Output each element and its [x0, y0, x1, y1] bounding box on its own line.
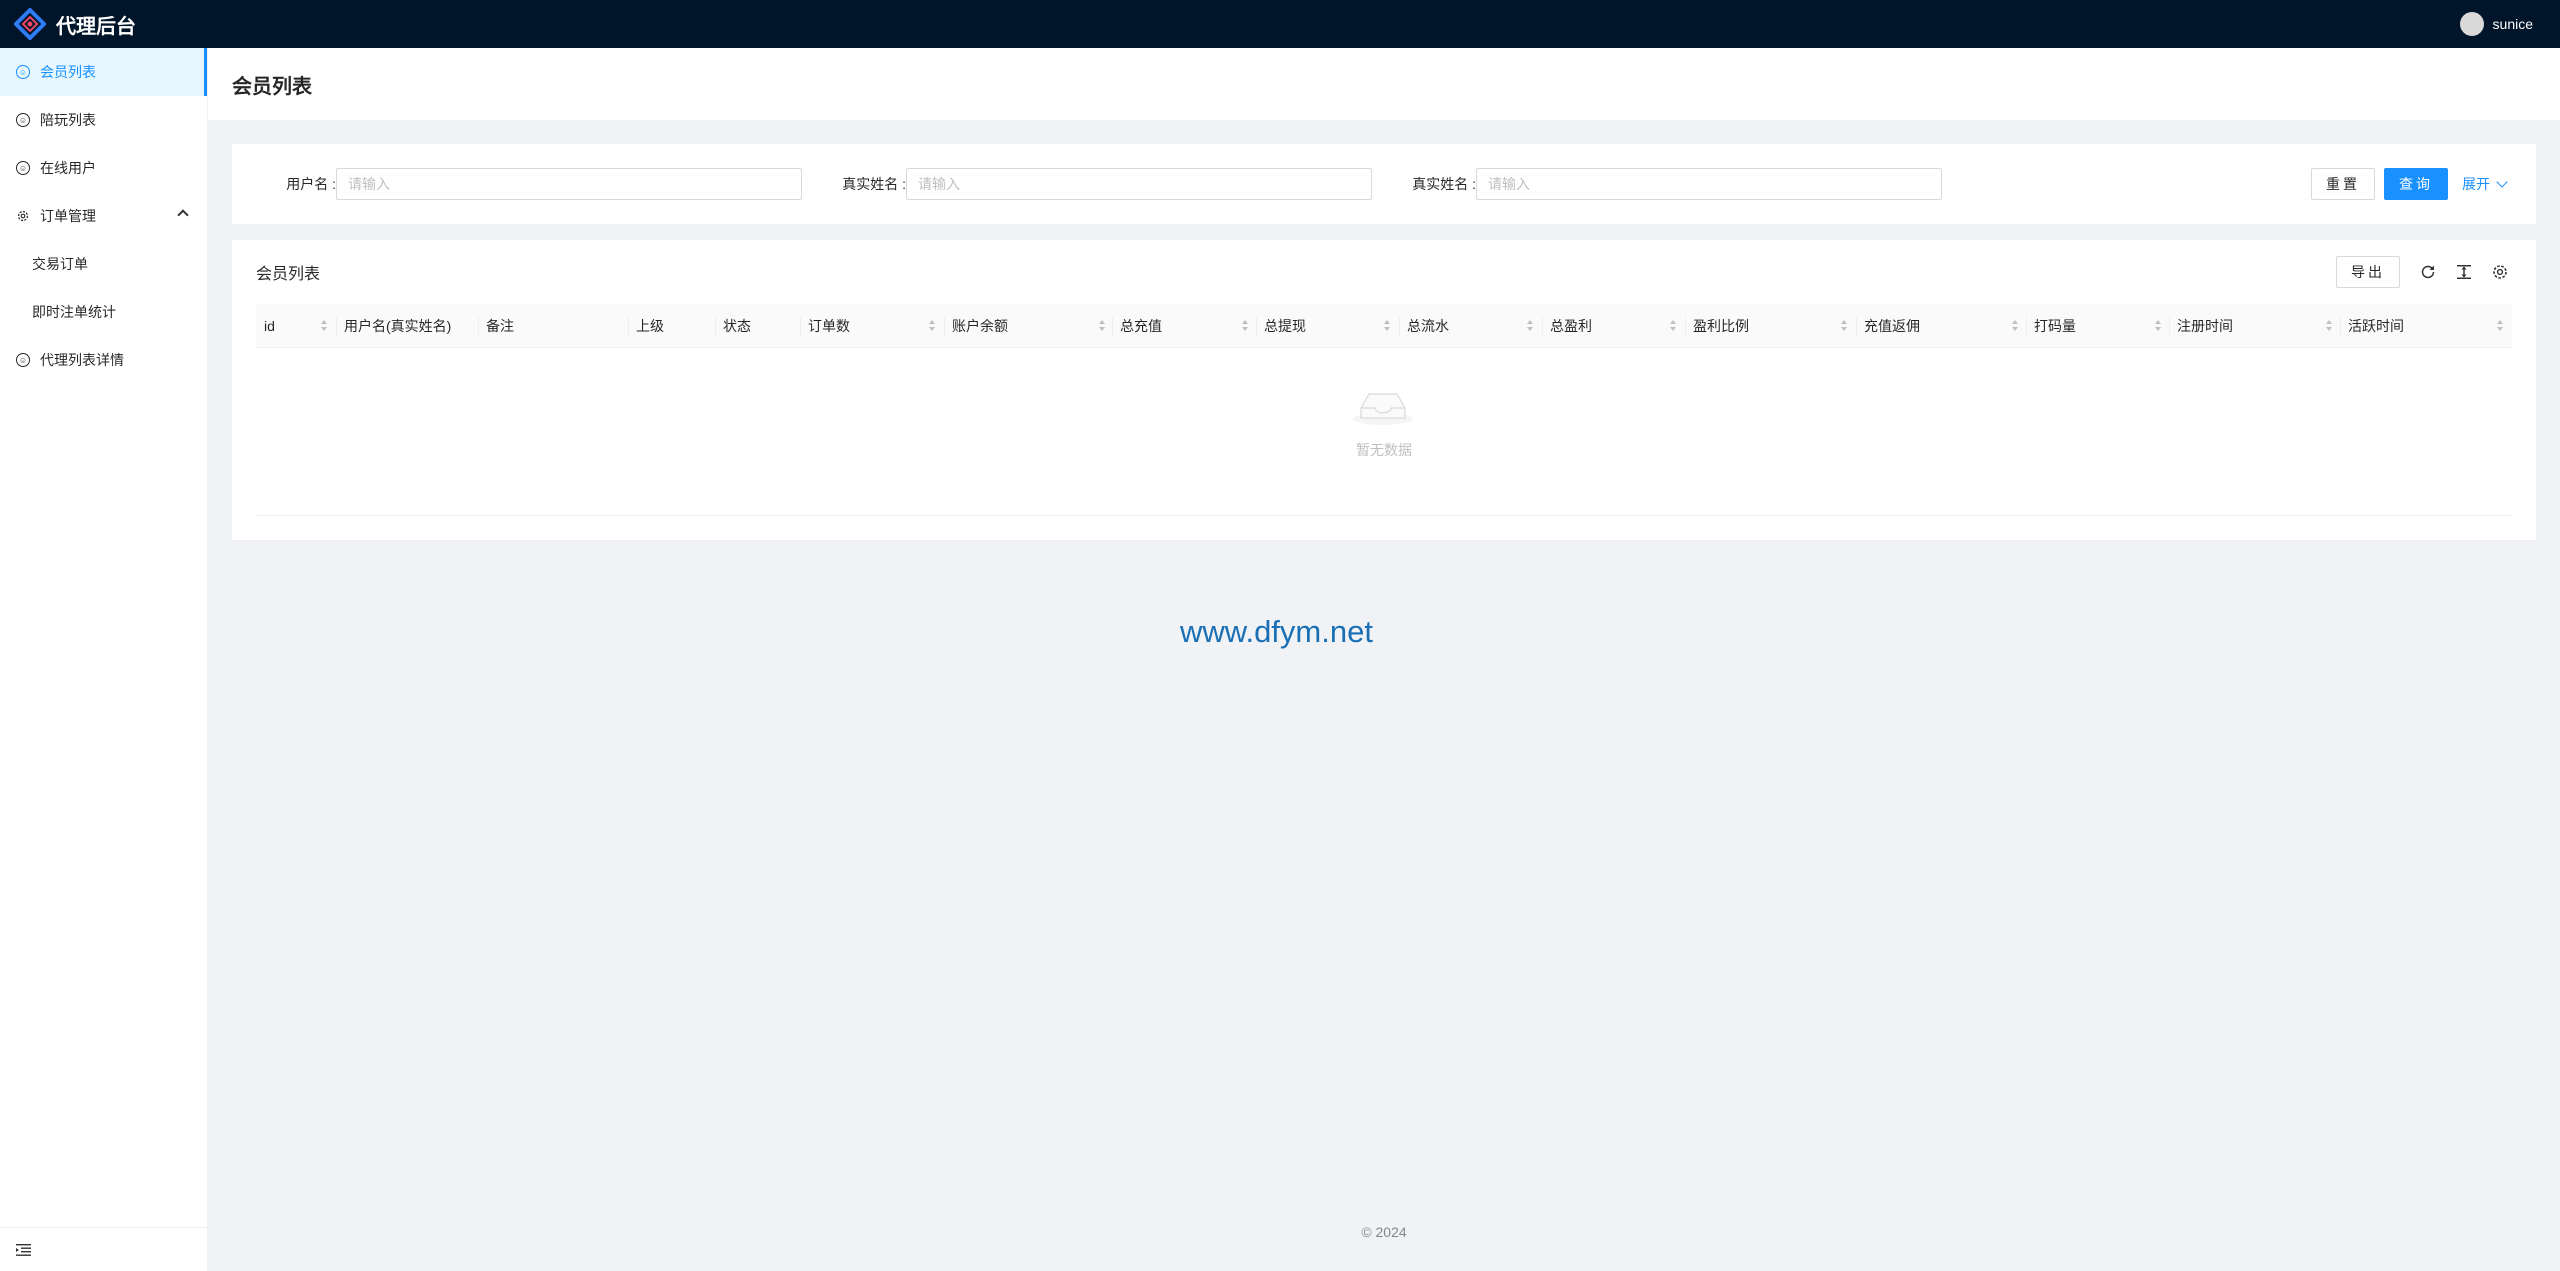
realname-label: 真实姓名 :	[1412, 176, 1476, 192]
realname-label: 真实姓名 :	[842, 176, 906, 192]
reload-icon	[2421, 265, 2435, 279]
column-header: 状态	[723, 318, 751, 334]
column-header[interactable]: 总充值	[1112, 304, 1162, 348]
member-table-card: 会员列表 导出 id 用户名(真实姓名) 备注 上级 状态 订单数 账户余额 总…	[232, 240, 2536, 540]
sidebar-item-order-management[interactable]: 订单管理	[0, 192, 207, 240]
chevron-down-icon	[2496, 176, 2508, 188]
sidebar-item-label: 订单管理	[40, 208, 96, 224]
expand-label: 展开	[2462, 176, 2490, 192]
avatar[interactable]	[2459, 12, 2484, 36]
gear-icon	[17, 210, 29, 222]
sidebar-item-agent-detail[interactable]: ☺ 代理列表详情	[0, 336, 207, 384]
username-input[interactable]: 请输入	[336, 168, 802, 200]
sidebar: ☺ 会员列表 ☺ 陪玩列表 ☺ 在线用户 订单管理 交易订单 即时注单统计 ☺ …	[0, 48, 208, 1271]
sidebar-item-label: 会员列表	[40, 64, 96, 80]
top-navbar: 代理后台 sunice	[0, 0, 2560, 48]
column-header[interactable]: 总盈利	[1542, 304, 1592, 348]
user-menu[interactable]: sunice	[2459, 0, 2533, 48]
column-header[interactable]: 账户余额	[944, 304, 1008, 348]
column-header[interactable]: 充值返佣	[1856, 304, 1920, 348]
column-header[interactable]: 订单数	[800, 304, 850, 348]
username: sunice	[2492, 16, 2533, 32]
query-button[interactable]: 查询	[2384, 168, 2448, 200]
column-header[interactable]: 活跃时间	[2340, 304, 2404, 348]
sidebar-item-realtime-bet-stats[interactable]: 即时注单统计	[0, 288, 207, 336]
sidebar-collapse-button[interactable]	[0, 1227, 207, 1271]
column-header: 用户名(真实姓名)	[344, 318, 452, 334]
sidebar-item-online-users[interactable]: ☺ 在线用户	[0, 144, 207, 192]
sidebar-item-member-list[interactable]: ☺ 会员列表	[0, 48, 207, 96]
export-button[interactable]: 导出	[2336, 256, 2400, 288]
sort-icon[interactable]	[1669, 319, 1677, 333]
inbox-empty-icon	[1353, 393, 1413, 425]
app-logo[interactable]: 代理后台	[14, 8, 136, 40]
column-header: 上级	[636, 318, 664, 334]
sort-icon[interactable]	[320, 319, 328, 333]
setting-icon	[2493, 265, 2507, 279]
username-filter: 用户名 : 请输入	[280, 168, 802, 200]
smile-icon: ☺	[16, 161, 30, 175]
column-header[interactable]: 注册时间	[2169, 304, 2233, 348]
realname-input-2[interactable]: 请输入	[1476, 168, 1942, 200]
search-form: 用户名 : 请输入 真实姓名 : 请输入 真实姓名 : 请输入 重置 查询 展开	[232, 144, 2536, 224]
sidebar-item-label: 陪玩列表	[40, 112, 96, 128]
table-header: id 用户名(真实姓名) 备注 上级 状态 订单数 账户余额 总充值 总提现 总…	[256, 304, 2512, 348]
menu-fold-icon	[16, 1243, 31, 1256]
smile-icon: ☺	[16, 65, 30, 79]
sort-icon[interactable]	[1241, 319, 1249, 333]
sort-icon[interactable]	[1098, 319, 1106, 333]
column-header[interactable]: 总流水	[1399, 304, 1449, 348]
column-header[interactable]: 总提现	[1256, 304, 1306, 348]
density-button[interactable]	[2452, 260, 2476, 284]
column-header[interactable]: 打码量	[2026, 304, 2076, 348]
sort-icon[interactable]	[1383, 319, 1391, 333]
sort-icon[interactable]	[2154, 319, 2162, 333]
realname-input[interactable]: 请输入	[906, 168, 1372, 200]
column-header[interactable]: id	[256, 304, 275, 348]
smile-icon: ☺	[16, 353, 30, 367]
sort-icon[interactable]	[928, 319, 936, 333]
sidebar-item-trade-orders[interactable]: 交易订单	[0, 240, 207, 288]
sidebar-item-label: 交易订单	[32, 256, 88, 272]
sort-icon[interactable]	[1526, 319, 1534, 333]
realname-filter-2: 真实姓名 : 请输入	[1406, 168, 1942, 200]
expand-toggle[interactable]: 展开	[2462, 168, 2508, 200]
sidebar-item-companion-list[interactable]: ☺ 陪玩列表	[0, 96, 207, 144]
reset-button[interactable]: 重置	[2311, 168, 2375, 200]
page-header: 会员列表	[208, 48, 2560, 120]
empty-text: 暂无数据	[1356, 442, 1412, 458]
sort-icon[interactable]	[1840, 319, 1848, 333]
table-title: 会员列表	[256, 266, 321, 283]
sidebar-item-label: 代理列表详情	[40, 352, 124, 368]
logo-icon	[14, 8, 46, 40]
column-header[interactable]: 盈利比例	[1685, 304, 1749, 348]
page-title: 会员列表	[232, 75, 312, 98]
sort-icon[interactable]	[2011, 319, 2019, 333]
column-settings-button[interactable]	[2488, 260, 2512, 284]
sort-icon[interactable]	[2325, 319, 2333, 333]
empty-state: 暂无数据	[256, 348, 2512, 516]
column-header: 备注	[486, 318, 514, 334]
reload-button[interactable]	[2416, 260, 2440, 284]
column-height-icon	[2457, 265, 2471, 279]
footer-copyright: © 2024	[1361, 1224, 1407, 1240]
chevron-up-icon	[177, 209, 189, 221]
sidebar-item-label: 在线用户	[40, 160, 96, 176]
sort-icon[interactable]	[2496, 319, 2504, 333]
realname-filter-1: 真实姓名 : 请输入	[836, 168, 1372, 200]
app-title: 代理后台	[56, 15, 136, 38]
smile-icon: ☺	[16, 113, 30, 127]
sidebar-item-label: 即时注单统计	[32, 304, 116, 320]
watermark-text: www.dfym.net	[1180, 614, 1373, 649]
username-label: 用户名 :	[286, 176, 336, 192]
